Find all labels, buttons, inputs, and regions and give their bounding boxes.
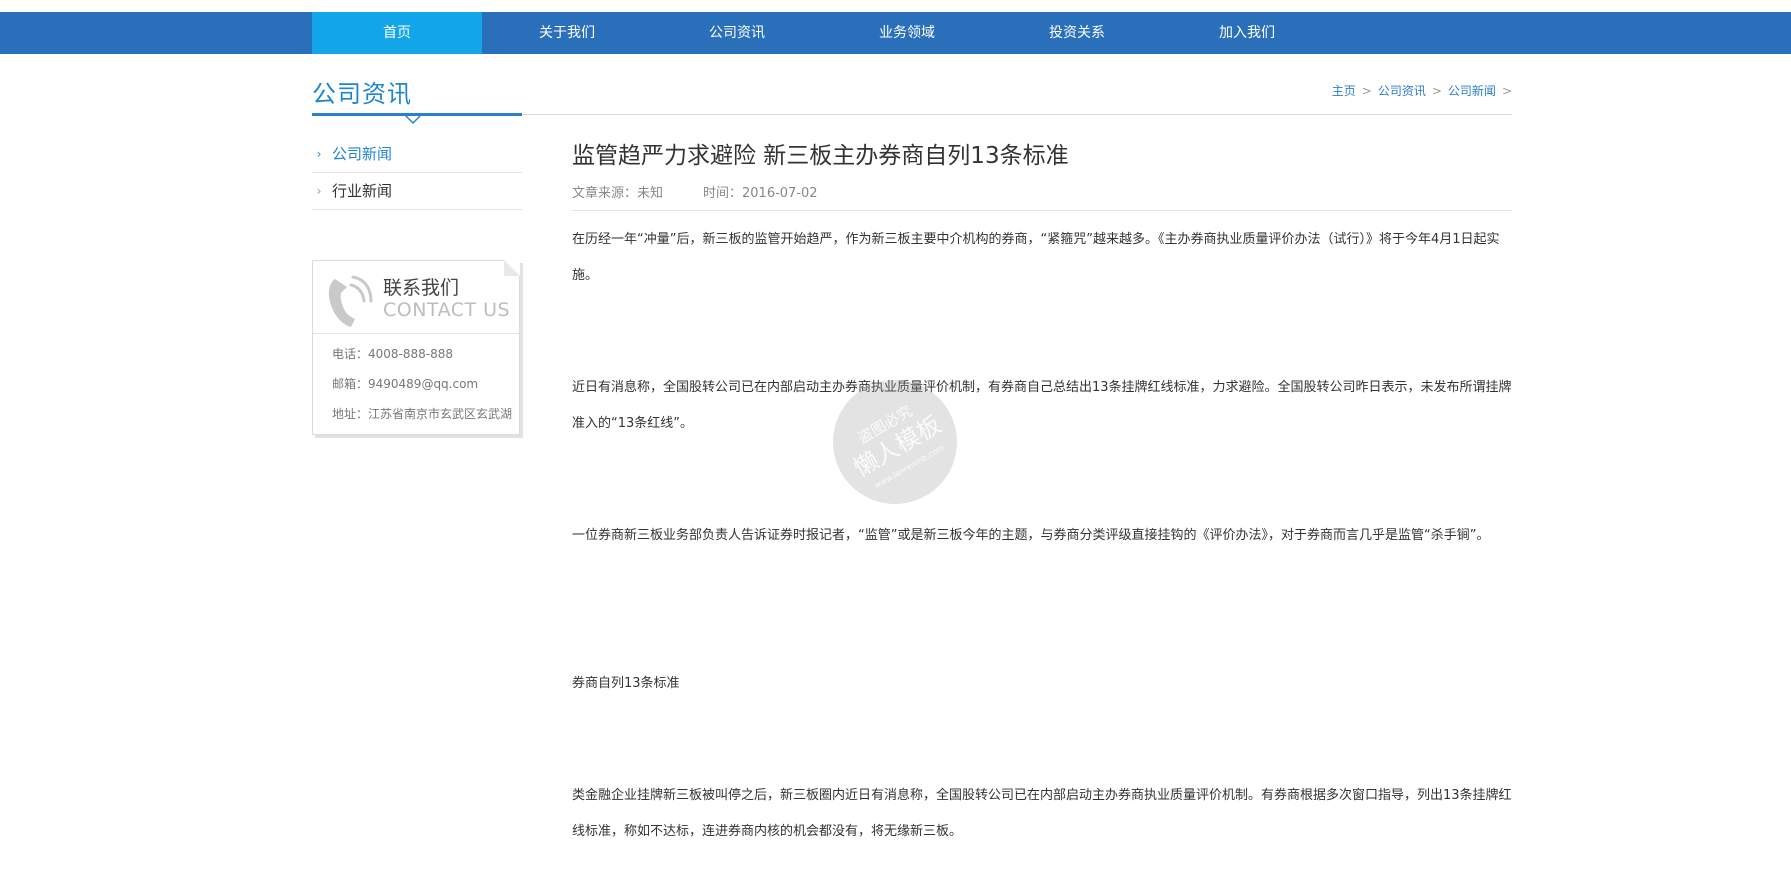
article-paragraph: 近日有消息称，全国股转公司已在内部启动主办券商执业质量评价机制，有券商自己总结出… xyxy=(572,380,1512,431)
contact-box: 联系我们 CONTACT US 电话：4008-888-888 邮箱：94904… xyxy=(312,260,520,435)
top-navigation-bar: 首页 关于我们 公司资讯 业务领域 投资关系 加入我们 xyxy=(0,12,1791,54)
sidebar-item-industry-news[interactable]: › 行业新闻 xyxy=(312,173,522,210)
article-paragraph: 类金融企业挂牌新三板被叫停之后，新三板圈内近日有消息称，全国股转公司已在内部启动… xyxy=(572,788,1512,839)
contact-subtitle: CONTACT US xyxy=(383,299,511,321)
article-title: 监管趋严力求避险 新三板主办券商自列13条标准 xyxy=(572,143,1069,169)
nav-item-home[interactable]: 首页 xyxy=(312,12,482,54)
breadcrumb-news[interactable]: 公司资讯 xyxy=(1378,82,1426,99)
contact-address: 地址：江苏省南京市玄武区玄武湖 xyxy=(332,407,513,421)
article-paragraph: 一位券商新三板业务部负责人告诉证券时报记者，“监管”或是新三板今年的主题，与券商… xyxy=(572,528,1490,543)
sidebar-item-label: 行业新闻 xyxy=(332,182,393,200)
nav-item-investor[interactable]: 投资关系 xyxy=(992,12,1162,54)
article-meta: 文章来源：未知 时间：2016-07-02 xyxy=(572,182,818,201)
article-paragraph: 在历经一年“冲量”后，新三板的监管开始趋严，作为新三板主要中介机构的券商，“紧箍… xyxy=(572,232,1500,283)
breadcrumb-separator: > xyxy=(1431,83,1442,98)
section-divider xyxy=(522,114,1512,115)
main-nav: 首页 关于我们 公司资讯 业务领域 投资关系 加入我们 xyxy=(312,12,1332,54)
breadcrumb-home[interactable]: 主页 xyxy=(1332,82,1356,99)
nav-item-join[interactable]: 加入我们 xyxy=(1162,12,1332,54)
folded-corner xyxy=(504,260,520,276)
contact-email: 邮箱：9490489@qq.com xyxy=(332,377,479,391)
chevron-right-icon: › xyxy=(316,147,322,161)
breadcrumb-separator: > xyxy=(1361,83,1372,98)
article-time: 时间：2016-07-02 xyxy=(703,186,818,201)
contact-title: 联系我们 xyxy=(383,277,460,299)
contact-divider xyxy=(313,333,519,334)
section-title: 公司资讯 xyxy=(312,80,412,108)
nav-item-business[interactable]: 业务领域 xyxy=(822,12,992,54)
sidebar-menu: › 公司新闻 › 行业新闻 xyxy=(312,136,522,210)
chevron-right-icon: › xyxy=(316,184,322,198)
nav-item-news[interactable]: 公司资讯 xyxy=(652,12,822,54)
section-title-notch-inner xyxy=(407,116,419,122)
article-source: 文章来源：未知 xyxy=(572,186,664,201)
contact-phone: 电话：4008-888-888 xyxy=(332,347,454,361)
sidebar-item-company-news[interactable]: › 公司新闻 xyxy=(312,136,522,173)
sidebar-item-label: 公司新闻 xyxy=(332,145,393,163)
nav-item-about[interactable]: 关于我们 xyxy=(482,12,652,54)
article-subheading: 券商自列13条标准 xyxy=(572,676,680,691)
phone-icon xyxy=(328,275,373,327)
breadcrumb: 主页 > 公司资讯 > 公司新闻 > xyxy=(1332,82,1512,99)
watermark-seal: 盗图必究 懒人模板 www.lanrenmb.com xyxy=(833,380,957,504)
breadcrumb-separator: > xyxy=(1501,83,1512,98)
article-divider xyxy=(572,210,1512,211)
breadcrumb-company-news[interactable]: 公司新闻 xyxy=(1448,82,1496,99)
